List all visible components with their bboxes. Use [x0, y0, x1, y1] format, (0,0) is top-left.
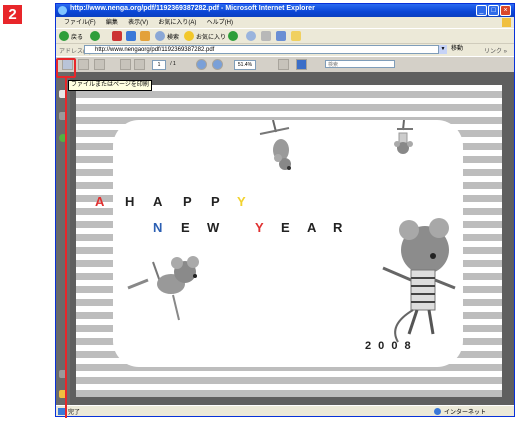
home-icon[interactable]	[140, 31, 150, 41]
page-number-field[interactable]: 1	[152, 60, 166, 70]
greeting-letter: H	[125, 194, 135, 209]
standing-mouse	[382, 218, 456, 343]
zoom-field[interactable]: 51.4%	[234, 60, 256, 70]
go-button[interactable]: 移動	[451, 45, 463, 54]
search-label[interactable]: 検索	[167, 32, 179, 41]
page-total: / 1	[170, 61, 176, 67]
search-icon[interactable]	[155, 31, 165, 41]
pdf-toolbar: 1 / 1 51.4% 検索	[56, 56, 514, 72]
history-icon[interactable]	[228, 31, 238, 41]
greeting-letter: A	[95, 194, 105, 209]
print-tooltip: ファイルまたはページを印刷	[68, 80, 152, 91]
ie-icon	[58, 6, 67, 15]
greeting-letter: A	[153, 194, 163, 209]
browser-window: http://www.nenga.org/pdf/1192369387282.p…	[55, 3, 515, 417]
address-field[interactable]: http://www.nengaorg/pdf/1192369387282.pd…	[84, 45, 439, 54]
print-icon[interactable]	[78, 59, 89, 70]
page-icon	[58, 408, 65, 415]
greeting-letter: R	[333, 220, 343, 235]
fit-page-icon[interactable]	[278, 59, 289, 70]
pdf-page: A H A P P Y N E W Y E A R 2 0 0 8	[76, 85, 502, 397]
refresh-icon[interactable]	[126, 31, 136, 41]
find-icon[interactable]	[296, 59, 307, 70]
windows-logo-icon	[502, 18, 511, 27]
stop-icon[interactable]	[112, 31, 122, 41]
forward-icon[interactable]	[90, 31, 100, 41]
address-dropdown-icon[interactable]: ▼	[439, 45, 447, 54]
next-page-icon[interactable]	[134, 59, 145, 70]
print-icon[interactable]	[261, 31, 271, 41]
edit-icon[interactable]	[276, 31, 286, 41]
hanging-mouse-1	[259, 120, 291, 170]
minimize-button[interactable]: _	[476, 5, 487, 16]
year-text: 2 0 0 8	[365, 340, 413, 352]
address-bar: アドレス(D) http://www.nengaorg/pdf/11923693…	[56, 43, 514, 56]
greeting-letter: E	[281, 220, 290, 235]
pages-icon[interactable]	[94, 59, 105, 70]
back-label[interactable]: 戻る	[71, 32, 83, 41]
maximize-button[interactable]: □	[488, 5, 499, 16]
step-badge: 2	[3, 5, 22, 24]
status-bar: 完了 インターネット	[56, 405, 514, 416]
zoom-out-icon[interactable]	[196, 59, 207, 70]
greeting-letter: Y	[237, 194, 246, 209]
links-label[interactable]: リンク »	[484, 46, 507, 55]
security-zone: インターネット	[444, 410, 487, 416]
title-bar: http://www.nenga.org/pdf/1192369387282.p…	[56, 4, 514, 17]
highlight-box	[56, 58, 76, 78]
back-icon[interactable]	[59, 31, 69, 41]
greeting-letter: E	[181, 220, 190, 235]
navigation-pane	[56, 72, 70, 405]
mouse-illustrations	[127, 120, 456, 343]
zoom-in-icon[interactable]	[212, 59, 223, 70]
folder-icon[interactable]	[291, 31, 301, 41]
greeting-letter: W	[207, 220, 220, 235]
window-title: http://www.nenga.org/pdf/1192369387282.p…	[70, 5, 315, 12]
ie-toolbar: 戻る 検索 お気に入り	[56, 28, 514, 43]
status-text: 完了	[68, 410, 81, 416]
greeting-letter: Y	[255, 220, 264, 235]
previous-page-icon[interactable]	[120, 59, 131, 70]
callout-line	[65, 78, 67, 418]
hanging-mouse-2	[394, 120, 413, 154]
greeting-letter: N	[153, 220, 163, 235]
greeting-letter: P	[211, 194, 220, 209]
mail-icon[interactable]	[246, 31, 256, 41]
internet-zone-icon	[434, 408, 441, 415]
favorites-star-icon[interactable]	[184, 31, 194, 41]
favorites-label[interactable]: お気に入り	[196, 32, 226, 41]
close-button[interactable]: ×	[500, 5, 511, 16]
find-field[interactable]: 検索	[325, 60, 395, 68]
greeting-letter: A	[307, 220, 317, 235]
new-year-card: A H A P P Y N E W Y E A R 2 0 0 8	[95, 120, 463, 367]
greeting-letter: P	[183, 194, 192, 209]
pdf-viewer: A H A P P Y N E W Y E A R 2 0 0 8	[56, 72, 514, 405]
menu-bar: ファイル(F) 編集 表示(V) お気に入り(A) ヘルプ(H)	[56, 17, 514, 28]
flying-mouse	[127, 256, 199, 321]
